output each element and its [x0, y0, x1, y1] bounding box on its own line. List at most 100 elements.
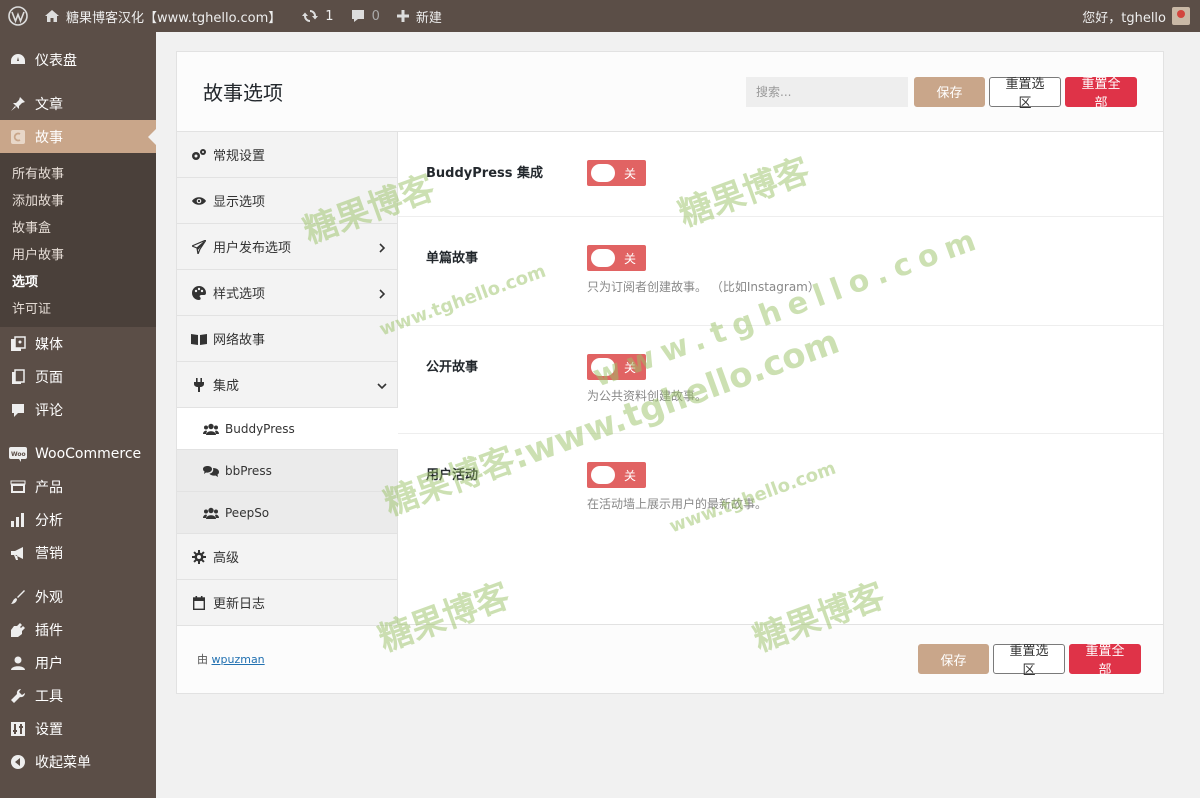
- toggle-knob: [591, 249, 615, 267]
- nav-advanced[interactable]: 高级: [177, 534, 397, 580]
- credit: 由 wpuzman: [197, 651, 265, 667]
- menu-label: WooCommerce: [35, 445, 142, 462]
- updates-count: 1: [325, 8, 334, 24]
- menu-pages[interactable]: 页面: [0, 360, 156, 393]
- save-button[interactable]: 保存: [914, 76, 985, 107]
- menu-media[interactable]: 媒体: [0, 327, 156, 360]
- nav-label: 高级: [213, 551, 240, 566]
- search-input[interactable]: [746, 76, 908, 107]
- comments-link[interactable]: 0: [342, 0, 388, 32]
- menu-label: 产品: [35, 479, 63, 496]
- panel-footer: 由 wpuzman 保存 重置选区 重置全部: [177, 625, 1163, 693]
- nav-buddypress[interactable]: BuddyPress: [177, 408, 398, 450]
- single-story-toggle[interactable]: 关: [587, 245, 646, 271]
- reset-section-button[interactable]: 重置选区: [989, 76, 1061, 111]
- user-icon: [9, 654, 27, 672]
- nav-user-publish-options[interactable]: 用户发布选项: [177, 224, 397, 270]
- nav-general-settings[interactable]: 常规设置: [177, 132, 397, 178]
- field-description: 为公共资料创建故事。: [587, 389, 708, 403]
- menu-label: 用户: [35, 655, 63, 672]
- my-account-link[interactable]: 您好，tghello: [1074, 0, 1200, 32]
- nav-peepso[interactable]: PeepSo: [177, 492, 397, 534]
- palette-icon: [191, 285, 207, 301]
- buddypress-integration-toggle[interactable]: 关: [587, 160, 646, 186]
- comments-count: 0: [371, 8, 380, 24]
- new-content-link[interactable]: 新建: [388, 0, 450, 32]
- menu-posts[interactable]: 文章: [0, 87, 156, 120]
- menu-collapse[interactable]: 收起菜单: [0, 745, 156, 778]
- nav-changelog[interactable]: 更新日志: [177, 580, 397, 626]
- options-nav: 常规设置 显示选项 用户发布选项 样式选项 网络故事 集成 BuddyPress…: [177, 132, 398, 626]
- book-icon: [191, 331, 207, 347]
- calendar-icon: [191, 595, 207, 611]
- comment-icon: [9, 401, 27, 419]
- menu-label: 工具: [35, 688, 63, 705]
- options-content: BuddyPress 集成 关 单篇故事 关 只为订阅者创建故事。 （比如Ins…: [398, 132, 1163, 624]
- chevron-right-icon: [377, 242, 387, 253]
- menu-analytics[interactable]: 分析: [0, 503, 156, 536]
- save-button[interactable]: 保存: [918, 644, 989, 674]
- menu-tools[interactable]: 工具: [0, 679, 156, 712]
- nav-label: 显示选项: [213, 195, 266, 210]
- toggle-knob: [591, 466, 615, 484]
- toggle-state: 关: [624, 166, 637, 181]
- menu-label: 插件: [35, 622, 63, 639]
- admin-sidebar: 仪表盘 文章 故事 所有故事 添加故事 故事盒 用户故事 选项 许可证 媒体 页…: [0, 32, 156, 798]
- nav-integrations[interactable]: 集成: [177, 362, 397, 408]
- nav-style-options[interactable]: 样式选项: [177, 270, 397, 316]
- updates-link[interactable]: 1: [293, 0, 341, 32]
- field-label: BuddyPress 集成: [426, 166, 544, 181]
- site-name: 糖果博客汉化【www.tghello.com】: [66, 10, 282, 26]
- submenu-license[interactable]: 许可证: [0, 294, 156, 321]
- admin-bar: 糖果博客汉化【www.tghello.com】 1 0 新建 您好，tghell…: [0, 0, 1200, 32]
- menu-woocommerce[interactable]: Woo WooCommerce: [0, 437, 156, 470]
- toggle-state: 关: [624, 251, 637, 266]
- credit-prefix: 由: [197, 653, 208, 666]
- nav-bbpress[interactable]: bbPress: [177, 450, 397, 492]
- user-activity-toggle[interactable]: 关: [587, 462, 646, 488]
- site-name-link[interactable]: 糖果博客汉化【www.tghello.com】: [36, 0, 289, 32]
- menu-settings[interactable]: 设置: [0, 712, 156, 745]
- submenu-options[interactable]: 选项: [0, 267, 156, 294]
- reset-all-button[interactable]: 重置全部: [1065, 76, 1137, 111]
- menu-comments[interactable]: 评论: [0, 393, 156, 426]
- submenu-user-stories[interactable]: 用户故事: [0, 240, 156, 267]
- menu-plugins[interactable]: 插件: [0, 613, 156, 646]
- menu-users[interactable]: 用户: [0, 646, 156, 679]
- submenu-add-story[interactable]: 添加故事: [0, 186, 156, 213]
- field-public-story: 公开故事 关 为公共资料创建故事。: [398, 326, 1163, 434]
- public-story-toggle[interactable]: 关: [587, 354, 646, 380]
- pin-icon: [9, 95, 27, 113]
- nav-label: 更新日志: [213, 597, 266, 612]
- page-title: 故事选项: [203, 81, 283, 105]
- nav-label: 用户发布选项: [213, 241, 292, 256]
- panel-header: 故事选项 保存 重置选区 重置全部: [177, 52, 1163, 132]
- menu-marketing[interactable]: 营销: [0, 536, 156, 569]
- submenu-all-stories[interactable]: 所有故事: [0, 159, 156, 186]
- svg-text:Woo: Woo: [11, 451, 26, 458]
- users-icon: [203, 505, 219, 521]
- plug-icon: [191, 377, 207, 393]
- credit-link[interactable]: wpuzman: [212, 653, 265, 666]
- menu-stories[interactable]: 故事: [0, 120, 156, 153]
- toggle-knob: [591, 358, 615, 376]
- reset-all-button[interactable]: 重置全部: [1069, 644, 1141, 678]
- nav-label: 集成: [213, 379, 240, 394]
- nav-display-options[interactable]: 显示选项: [177, 178, 397, 224]
- menu-appearance[interactable]: 外观: [0, 580, 156, 613]
- megaphone-icon: [9, 544, 27, 562]
- story-icon: [9, 128, 27, 146]
- wordpress-logo-icon[interactable]: [0, 0, 36, 32]
- dashboard-icon: [9, 51, 27, 69]
- nav-label: 样式选项: [213, 287, 266, 302]
- menu-dashboard[interactable]: 仪表盘: [0, 43, 156, 76]
- collapse-icon: [9, 753, 27, 771]
- new-label: 新建: [415, 10, 442, 26]
- nav-network-stories[interactable]: 网络故事: [177, 316, 397, 362]
- submenu-story-boxes[interactable]: 故事盒: [0, 213, 156, 240]
- nav-label: PeepSo: [225, 505, 270, 520]
- menu-products[interactable]: 产品: [0, 470, 156, 503]
- woo-icon: Woo: [9, 445, 27, 463]
- reset-section-button[interactable]: 重置选区: [993, 644, 1065, 678]
- toggle-knob: [591, 164, 615, 182]
